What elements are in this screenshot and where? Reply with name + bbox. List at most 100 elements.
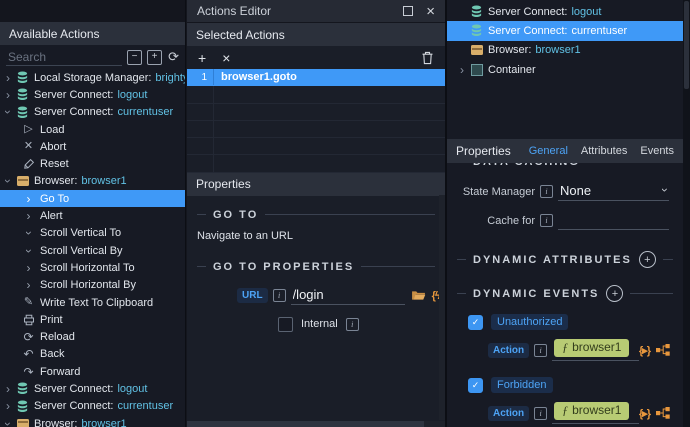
tree-item-server-connect-currentuser[interactable]: ›Server Connect:currentuser (447, 21, 690, 40)
tab-events[interactable]: Events (640, 145, 674, 157)
maximize-icon[interactable] (403, 6, 413, 16)
chevron-right-icon[interactable]: › (456, 63, 468, 77)
tab-general[interactable]: General (529, 145, 568, 157)
info-icon[interactable]: i (540, 185, 553, 198)
flow-editor-icon[interactable] (656, 407, 670, 419)
state-manager-select[interactable]: None› (558, 182, 669, 201)
tree-item-print[interactable]: Print (0, 311, 185, 328)
right-properties-header: Properties GeneralAttributesEvents (447, 139, 683, 163)
selected-actions-grid: 1browser1.goto (187, 69, 445, 173)
tree-item-server-connect-logout[interactable]: ›Server Connect:logout (447, 2, 690, 21)
tree-item-label: Back (40, 348, 64, 360)
action-value-field[interactable]: ƒbrowser1 (552, 339, 639, 361)
internal-info-icon[interactable]: i (346, 318, 359, 331)
collapse-all-icon[interactable]: − (127, 50, 142, 65)
url-info-icon[interactable]: i (273, 289, 286, 302)
info-icon[interactable]: i (540, 214, 553, 227)
remove-action-icon[interactable]: × (222, 51, 230, 65)
action-value-field[interactable]: ƒbrowser1 (552, 402, 639, 424)
goto-properties-group-title: GO TO PROPERTIES (213, 261, 354, 273)
tree-item-scroll-vertical-to[interactable]: ›Scroll Vertical To (0, 225, 185, 242)
actions-grid-empty-row[interactable] (187, 155, 445, 172)
tree-item-server-connect-currentuser[interactable]: › Server Connect: currentuser (0, 104, 185, 121)
tree-item-back[interactable]: ↶Back (0, 346, 185, 363)
actions-grid-row[interactable]: 1browser1.goto (187, 69, 445, 86)
actions-grid-empty-row[interactable] (187, 138, 445, 155)
tree-item-label: Scroll Vertical By (40, 245, 123, 257)
chevron-down-icon[interactable]: › (1, 175, 15, 187)
tree-item-server-connect-logout[interactable]: ›Server Connect:logout (0, 86, 185, 103)
tree-item-value: currentuser (571, 25, 627, 37)
flow-function-pill[interactable]: ƒbrowser1 (554, 339, 629, 357)
event-label[interactable]: Unauthorized (491, 314, 568, 330)
tree-item-scroll-horizontal-by[interactable]: ›Scroll Horizontal By (0, 277, 185, 294)
actions-grid-empty-row[interactable] (187, 104, 445, 121)
function-target: browser1 (572, 340, 621, 354)
unauthorized-checkbox[interactable]: ✓ (468, 315, 483, 330)
flow-editor-icon[interactable] (656, 344, 670, 356)
trash-icon[interactable] (421, 51, 434, 65)
action-step-label (214, 104, 221, 120)
chevron-down-icon[interactable]: › (1, 106, 15, 118)
chevron-down-icon[interactable]: › (658, 188, 672, 192)
close-icon[interactable]: × (426, 4, 435, 19)
tree-item-container[interactable]: ›Container (447, 60, 690, 79)
internal-checkbox[interactable] (278, 317, 293, 332)
info-icon[interactable]: i (534, 407, 547, 420)
tree-item-browser-browser1[interactable]: ›Browser:browser1 (0, 173, 185, 190)
tree-item-forward[interactable]: ↷Forward (0, 363, 185, 380)
tree-item-label: Scroll Horizontal By (40, 279, 136, 291)
tree-item-label: Server Connect: (34, 106, 113, 118)
actions-grid-empty-row[interactable] (187, 121, 445, 138)
expand-all-icon[interactable]: + (147, 50, 162, 65)
chevron-right-icon[interactable]: › (2, 71, 14, 85)
database-icon (16, 71, 29, 84)
tree-item-server-connect-logout[interactable]: ›Server Connect:logout (0, 380, 185, 397)
url-input[interactable] (291, 287, 405, 305)
folder-open-icon[interactable] (411, 290, 426, 301)
forbidden-checkbox[interactable]: ✓ (468, 378, 483, 393)
tree-item-reload[interactable]: ⟳Reload (0, 328, 185, 345)
browser-icon (471, 45, 483, 55)
tree-item-local-storage-manager-brightyard[interactable]: ›Local Storage Manager:brightyard (0, 69, 185, 86)
tree-item-scroll-vertical-by[interactable]: ›Scroll Vertical By (0, 242, 185, 259)
info-icon[interactable]: i (534, 344, 547, 357)
search-input[interactable] (6, 49, 122, 66)
chevron-right-icon[interactable]: › (2, 88, 14, 102)
goto-group-title: GO TO (213, 209, 258, 221)
actions-grid-empty-row[interactable] (187, 86, 445, 103)
flow-function-pill[interactable]: ƒbrowser1 (554, 402, 629, 420)
code-expression-icon[interactable]: {▸} (639, 407, 650, 420)
tree-item-value: logout (571, 6, 601, 18)
tree-item-load[interactable]: ▷Load (0, 121, 185, 138)
browser-icon (17, 419, 29, 427)
tree-item-scroll-horizontal-to[interactable]: ›Scroll Horizontal To (0, 259, 185, 276)
tree-item-server-connect-currentuser[interactable]: ›Server Connect:currentuser (0, 398, 185, 415)
chevron-right-icon[interactable]: › (2, 399, 14, 413)
add-action-icon[interactable]: + (198, 51, 206, 65)
tree-item-browser-browser1[interactable]: ›Browser:browser1 (0, 415, 185, 427)
event-check-row: ✓ Unauthorized (468, 314, 683, 330)
tree-item-abort[interactable]: ✕Abort (0, 138, 185, 155)
print-icon (23, 314, 35, 326)
event-label[interactable]: Forbidden (491, 377, 553, 393)
chevron-down-icon[interactable]: › (1, 418, 15, 427)
field-row-state-manager: State ManageriNone› (447, 182, 669, 201)
add-dynamic-attribute-icon[interactable]: + (639, 251, 656, 268)
tree-item-write-text-to-clipboard[interactable]: ✎Write Text To Clipboard (0, 294, 185, 311)
tree-item-reset[interactable]: Reset (0, 155, 185, 172)
code-expression-icon[interactable]: {▸} (639, 344, 650, 357)
action-step-label (214, 155, 221, 171)
cache-for-input[interactable] (558, 211, 669, 230)
right-vertical-scrollbar[interactable] (683, 0, 690, 427)
tree-item-browser-browser1[interactable]: ›Browser:browser1 (447, 41, 690, 60)
tab-attributes[interactable]: Attributes (581, 145, 627, 157)
tree-item-alert[interactable]: ›Alert (0, 207, 185, 224)
tree-item-go-to[interactable]: ›Go To (0, 190, 185, 207)
refresh-icon[interactable]: ⟳ (168, 49, 179, 65)
dynamic-attributes-title: DYNAMIC ATTRIBUTES (473, 254, 632, 266)
add-dynamic-event-icon[interactable]: + (606, 285, 623, 302)
tree-item-value: currentuser (117, 106, 173, 118)
chevron-right-icon[interactable]: › (2, 382, 14, 396)
editor-horizontal-scrollbar[interactable] (187, 421, 445, 427)
